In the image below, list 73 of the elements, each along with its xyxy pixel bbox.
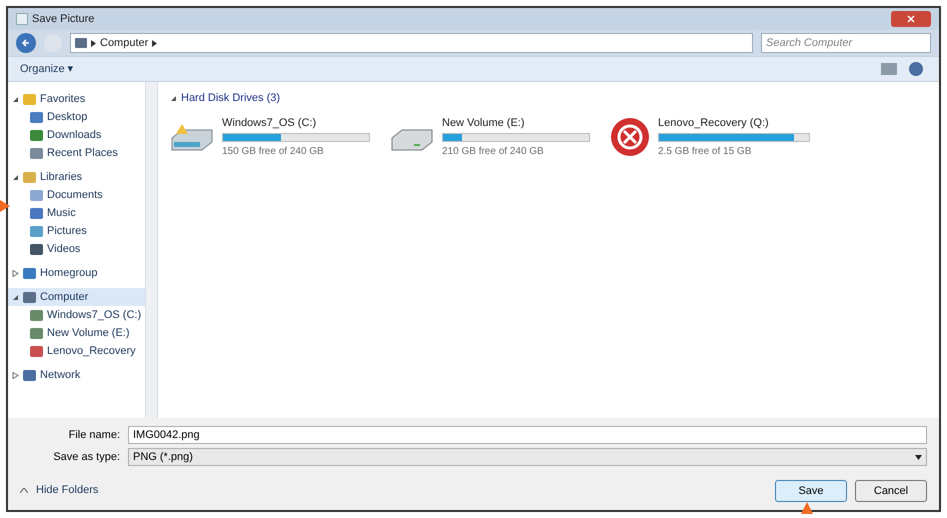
group-header[interactable]: Hard Disk Drives (3) (181, 90, 280, 106)
close-icon (907, 15, 915, 23)
folder-icon (30, 328, 43, 338)
back-button[interactable] (16, 33, 36, 53)
drive-name: Windows7_OS (C:) (222, 116, 318, 130)
caret-up-icon (20, 488, 28, 492)
expand-icon[interactable] (12, 372, 19, 378)
pointer-arrow-icon (0, 200, 10, 212)
folder-icon (30, 226, 43, 236)
folder-icon (30, 130, 43, 140)
free-space-text: 2.5 GB free of 15 GB (658, 145, 752, 159)
folder-icon (30, 244, 43, 254)
organize-button[interactable]: Organize ▾ (20, 60, 74, 78)
nav-item[interactable]: Videos (8, 240, 145, 258)
free-space-text: 150 GB free of 240 GB (222, 145, 325, 159)
pointer-arrow-icon (801, 502, 813, 514)
file-name-label: File name: (68, 428, 120, 443)
collapse-icon[interactable] (12, 96, 19, 102)
folder-icon (30, 310, 43, 320)
nav-item[interactable]: Documents (8, 186, 145, 204)
chevron-icon (152, 40, 158, 46)
recovery-disc-icon (610, 116, 650, 157)
nav-item[interactable]: Homegroup (8, 264, 145, 282)
hide-folders-button[interactable]: Hide Folders (36, 482, 98, 498)
nav-item[interactable]: Desktop (8, 108, 145, 126)
nav-item[interactable]: Pictures (8, 222, 145, 240)
drive-tile[interactable]: Windows7_OS (C:) 150 GB free of 240 GB (170, 114, 370, 159)
nav-item[interactable]: Windows7_OS (C:) (8, 306, 145, 324)
folder-icon (30, 190, 43, 200)
nav-item[interactable]: Network (8, 366, 145, 384)
back-arrow-icon (21, 38, 31, 48)
collapse-icon[interactable] (170, 94, 177, 102)
nav-item[interactable]: Music (8, 204, 145, 222)
nav-item[interactable]: Downloads (8, 126, 145, 144)
folder-icon (23, 94, 36, 104)
folder-icon (30, 112, 43, 122)
close-button[interactable] (891, 11, 931, 27)
nav-item[interactable]: Favorites (8, 90, 145, 108)
scrollbar[interactable] (146, 82, 158, 418)
folder-icon (23, 268, 36, 278)
drive-name: New Volume (E:) (442, 116, 526, 130)
search-field[interactable]: Search Computer (761, 33, 931, 53)
nav-item[interactable]: New Volume (E:) (8, 324, 145, 342)
window-title: Save Picture (32, 12, 94, 27)
folder-icon (30, 148, 43, 158)
collapse-icon[interactable] (12, 294, 19, 300)
computer-icon (75, 38, 87, 48)
collapse-icon[interactable] (12, 174, 19, 180)
file-type-label: Save as type: (52, 450, 120, 465)
nav-item[interactable]: Libraries (8, 168, 145, 186)
chevron-icon (91, 40, 96, 46)
cancel-button[interactable]: Cancel (855, 480, 927, 502)
folder-icon (30, 346, 43, 356)
save-button[interactable]: Save (775, 480, 847, 502)
nav-item[interactable]: Computer (8, 288, 145, 306)
address-bar[interactable]: Computer (70, 33, 753, 53)
folder-icon (23, 172, 36, 182)
nav-item[interactable]: Lenovo_Recovery (8, 342, 145, 360)
drive-name: Lenovo_Recovery (Q:) (658, 116, 770, 130)
expand-icon[interactable] (12, 270, 19, 276)
drive-icon (170, 122, 214, 152)
file-name-field[interactable]: IMG0042.png (128, 426, 927, 444)
drive-tile[interactable]: Lenovo_Recovery (Q:) 2.5 GB free of 15 GB (610, 114, 810, 159)
folder-icon (23, 292, 36, 302)
folder-icon (23, 370, 36, 380)
folder-icon (30, 208, 43, 218)
dropdown-caret-icon (915, 454, 922, 460)
free-space-text: 210 GB free of 240 GB (442, 145, 545, 159)
drive-tile[interactable]: New Volume (E:) 210 GB free of 240 GB (390, 114, 590, 159)
file-type-dropdown[interactable]: PNG (*.png) (128, 448, 927, 466)
nav-item[interactable]: Recent Places (8, 144, 145, 162)
breadcrumb[interactable]: Computer (100, 34, 148, 52)
window-icon (16, 13, 28, 25)
